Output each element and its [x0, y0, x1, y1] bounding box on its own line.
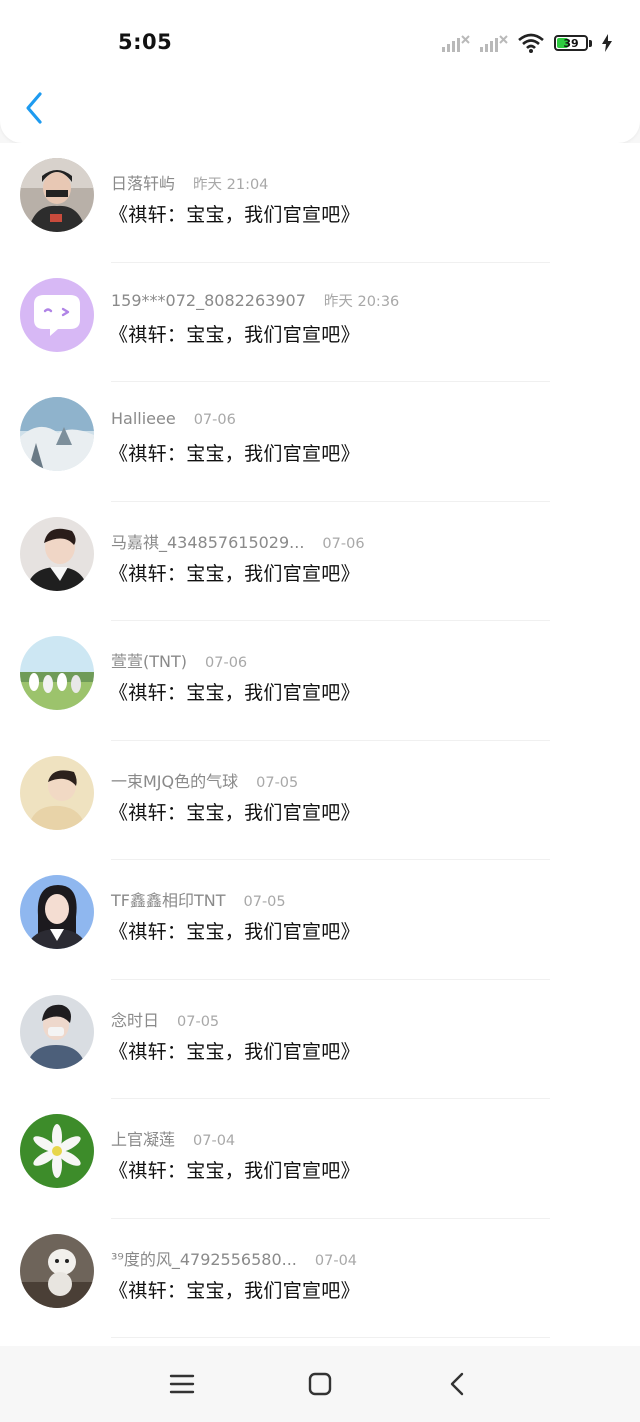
avatar[interactable]	[20, 1233, 94, 1308]
menu-icon[interactable]	[168, 1370, 196, 1398]
list-item[interactable]: 念时日 07-05 《祺轩：宝宝，我们官宣吧》	[0, 980, 640, 1099]
timestamp: 07-06	[193, 412, 236, 428]
author-name[interactable]: TF鑫鑫相印TNT	[111, 887, 226, 911]
message-text: 《祺轩：宝宝，我们官宣吧》	[109, 1160, 360, 1182]
back-icon[interactable]	[444, 1370, 472, 1398]
avatar[interactable]	[20, 1114, 94, 1188]
comment-list: 日落轩屿 昨天 21:04 《祺轩：宝宝，我们官宣吧》 159***072_808…	[0, 143, 640, 1346]
home-icon[interactable]	[306, 1370, 334, 1398]
wifi-icon	[518, 33, 544, 53]
timestamp: 07-05	[177, 1013, 220, 1030]
timestamp: 昨天 21:04	[193, 177, 269, 193]
author-name[interactable]: 马嘉祺_434857615029...	[111, 529, 304, 553]
divider	[111, 1337, 550, 1338]
timestamp: 07-04	[314, 1252, 358, 1269]
system-navigation-bar	[0, 1346, 640, 1422]
timestamp: 昨天 20:36	[323, 293, 400, 310]
list-item[interactable]: 日落轩屿 昨天 21:04 《祺轩：宝宝，我们官宣吧》	[0, 143, 640, 263]
list-item[interactable]: 上官凝莲 07-04 《祺轩：宝宝，我们官宣吧》	[0, 1099, 640, 1219]
message-text: 《祺轩：宝宝，我们官宣吧》	[109, 204, 360, 226]
author-name[interactable]: 一束MJQ色的气球	[111, 768, 238, 792]
timestamp: 07-06	[205, 655, 248, 671]
message-text: 《祺轩：宝宝，我们官宣吧》	[109, 1279, 360, 1302]
message-text: 《祺轩：宝宝，我们官宣吧》	[109, 921, 360, 943]
author-name[interactable]: Hallieee	[111, 409, 176, 428]
message-text: 《祺轩：宝宝，我们官宣吧》	[109, 1040, 360, 1063]
signal-2-off-icon	[480, 35, 508, 52]
message-text: 《祺轩：宝宝，我们官宣吧》	[109, 323, 360, 346]
list-item[interactable]: 一束MJQ色的气球 07-05 《祺轩：宝宝，我们官宣吧》	[0, 741, 640, 860]
message-text: 《祺轩：宝宝，我们官宣吧》	[109, 443, 360, 465]
author-name[interactable]: ³⁹度的风_4792556580...	[111, 1246, 297, 1270]
avatar[interactable]	[20, 636, 94, 710]
list-item[interactable]: 萱萱(TNT) 07-06 《祺轩：宝宝，我们官宣吧》	[0, 621, 640, 741]
charging-icon	[602, 34, 612, 52]
author-name[interactable]: 159***072_8082263907	[111, 291, 306, 310]
timestamp: 07-06	[322, 535, 365, 552]
avatar[interactable]	[20, 875, 94, 949]
list-item[interactable]: Hallieee 07-06 《祺轩：宝宝，我们官宣吧》	[0, 382, 640, 502]
top-header: 5:05 39	[0, 0, 640, 143]
back-chevron-icon[interactable]	[20, 90, 50, 126]
list-item[interactable]: 马嘉祺_434857615029... 07-06 《祺轩：宝宝，我们官宣吧》	[0, 502, 640, 621]
author-name[interactable]: 上官凝莲	[111, 1126, 175, 1150]
avatar[interactable]	[20, 516, 94, 591]
signal-1-off-icon	[442, 35, 470, 52]
message-text: 《祺轩：宝宝，我们官宣吧》	[109, 682, 360, 704]
timestamp: 07-05	[243, 894, 286, 910]
avatar[interactable]	[20, 397, 94, 471]
avatar[interactable]	[20, 277, 94, 352]
avatar[interactable]	[20, 755, 94, 830]
timestamp: 07-04	[193, 1133, 236, 1149]
list-item[interactable]: ³⁹度的风_4792556580... 07-04 《祺轩：宝宝，我们官宣吧》	[0, 1219, 640, 1338]
author-name[interactable]: 日落轩屿	[111, 170, 175, 194]
battery-level: 39	[563, 36, 579, 50]
timestamp: 07-05	[256, 774, 299, 791]
status-time: 5:05	[118, 30, 173, 54]
message-text: 《祺轩：宝宝，我们官宣吧》	[109, 562, 360, 585]
avatar[interactable]	[20, 994, 94, 1069]
list-item[interactable]: TF鑫鑫相印TNT 07-05 《祺轩：宝宝，我们官宣吧》	[0, 860, 640, 980]
author-name[interactable]: 萱萱(TNT)	[111, 648, 187, 672]
battery-icon: 39	[554, 35, 592, 51]
list-item[interactable]: 159***072_8082263907 昨天 20:36 《祺轩：宝宝，我们官宣…	[0, 263, 640, 382]
author-name[interactable]: 念时日	[111, 1007, 159, 1031]
avatar[interactable]	[20, 158, 94, 232]
message-text: 《祺轩：宝宝，我们官宣吧》	[109, 801, 360, 824]
status-icons: 39	[442, 32, 612, 54]
